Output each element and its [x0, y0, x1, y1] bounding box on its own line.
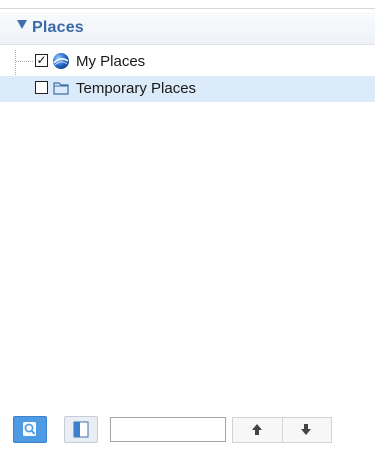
tree-item-label: My Places [76, 53, 146, 70]
move-down-button[interactable] [282, 418, 331, 442]
globe-icon [53, 53, 69, 69]
move-up-button[interactable] [233, 418, 283, 442]
folder-icon [53, 82, 69, 95]
tree-item-label: Temporary Places [76, 80, 197, 97]
tree-item-temporary-places[interactable]: Temporary Places [0, 76, 375, 102]
tree-item-my-places[interactable]: ✓ My Places [0, 49, 375, 75]
arrow-down-icon [301, 424, 311, 435]
navigation-button-group [232, 417, 332, 443]
places-panel: Places ✓ My Places Temporary Places [0, 0, 375, 451]
search-input[interactable] [110, 417, 226, 442]
my-places-checkbox[interactable]: ✓ [35, 54, 48, 67]
search-icon [23, 422, 36, 436]
places-header[interactable]: Places [0, 12, 375, 45]
top-divider [0, 8, 375, 9]
temporary-places-checkbox[interactable] [35, 81, 48, 94]
panel-toggle-icon [73, 421, 89, 438]
places-title: Places [32, 19, 84, 36]
collapse-triangle-icon[interactable] [17, 20, 27, 29]
panel-toggle-button[interactable] [64, 416, 98, 443]
arrow-up-icon [252, 424, 262, 435]
bottom-toolbar [0, 412, 375, 451]
search-button[interactable] [13, 416, 47, 443]
